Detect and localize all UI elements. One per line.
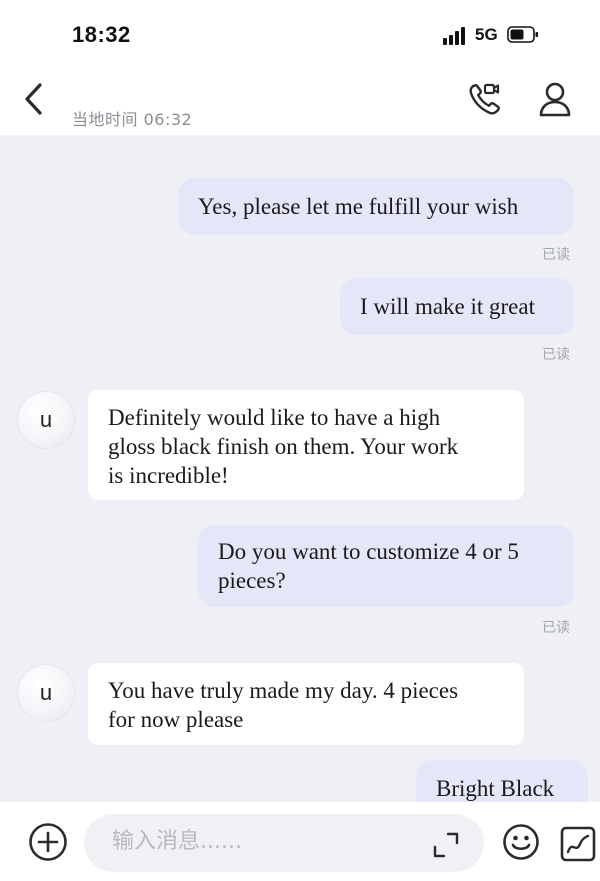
message-bubble-incoming[interactable]: Definitely would like to have a high glo… [88, 390, 524, 500]
expand-icon[interactable] [432, 831, 460, 859]
quick-reply-icon[interactable] [560, 826, 596, 862]
video-call-icon[interactable] [466, 80, 504, 118]
message-text-line: pieces? [218, 568, 286, 593]
emoji-icon[interactable] [502, 823, 540, 861]
status-bar: 18:32 5G [0, 0, 600, 68]
signal-icon [443, 27, 469, 45]
message-text-line: Bright Black [436, 776, 555, 801]
top-area: 18:32 5G 当地时间 06:32 [0, 0, 600, 135]
status-time: 18:32 [72, 22, 131, 47]
message-bubble-outgoing[interactable]: Do you want to customize 4 or 5 pieces? [198, 525, 574, 607]
read-receipt: 已读 [542, 247, 570, 263]
message-text-line: I will make it great [360, 294, 535, 319]
back-chevron-icon[interactable] [18, 80, 54, 120]
person-icon[interactable] [536, 80, 574, 118]
message-text-line: Definitely would like to have a high [108, 405, 441, 430]
local-time-label: 当地时间 06:32 [72, 110, 193, 129]
message-bubble-outgoing[interactable]: I will make it great [340, 278, 574, 335]
message-text-line: You have truly made my day. 4 pieces [108, 678, 459, 703]
message-text-line: Yes, please let me fulfill your wish [198, 194, 519, 219]
read-receipt: 已读 [542, 620, 570, 636]
message-input[interactable] [112, 829, 412, 854]
message-text-line: Do you want to customize 4 or 5 [218, 539, 519, 564]
plus-circle-icon[interactable] [28, 822, 68, 862]
contact-avatar[interactable]: u [18, 392, 74, 448]
chat-header: 当地时间 06:32 [0, 68, 600, 135]
message-bubble-incoming[interactable]: You have truly made my day. 4 pieces for… [88, 663, 524, 745]
read-receipt: 已读 [542, 347, 570, 363]
message-text-line: gloss black finish on them. Your work [108, 434, 459, 459]
message-bubble-outgoing[interactable]: Yes, please let me fulfill your wish [178, 178, 574, 235]
network-type: 5G [475, 25, 498, 44]
message-input-bar [0, 802, 600, 881]
message-text-line: for now please [108, 707, 244, 732]
message-text-line: is incredible! [108, 463, 229, 488]
contact-avatar[interactable]: u [18, 665, 74, 721]
chat-screen: 18:32 5G 当地时间 06:32 Yes, please let me f… [0, 0, 600, 881]
battery-icon [507, 26, 538, 43]
message-input-container [84, 814, 484, 872]
